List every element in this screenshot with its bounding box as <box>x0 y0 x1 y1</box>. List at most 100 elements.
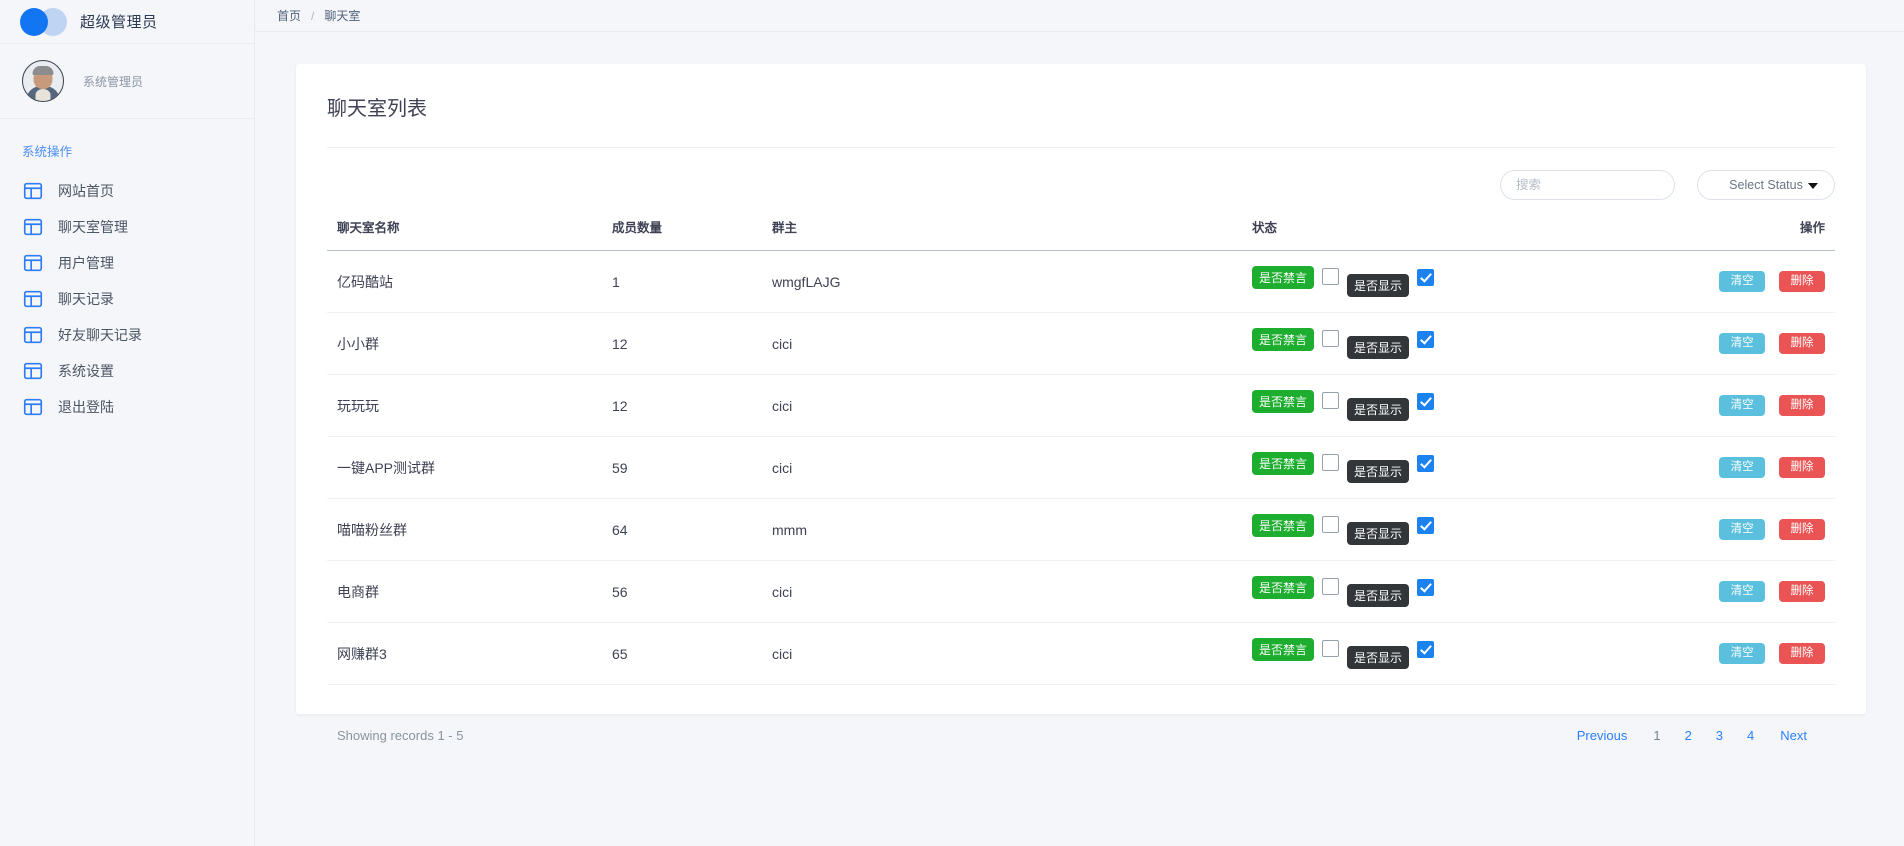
delete-button[interactable]: 删除 <box>1779 395 1825 416</box>
show-checkbox[interactable] <box>1417 393 1434 410</box>
sidebar-item-friend-chat-records[interactable]: 好友聊天记录 <box>0 317 254 353</box>
show-checkbox[interactable] <box>1417 269 1434 286</box>
clear-button[interactable]: 清空 <box>1719 395 1765 416</box>
pagination-page-4[interactable]: 4 <box>1735 728 1766 743</box>
records-info: Showing records 1 - 5 <box>337 728 463 743</box>
table-header-row: 聊天室名称 成员数量 群主 状态 操作 <box>327 214 1835 251</box>
delete-button[interactable]: 删除 <box>1779 457 1825 478</box>
mute-toggle-button[interactable]: 是否禁言 <box>1252 266 1314 289</box>
pagination-page-1[interactable]: 1 <box>1641 728 1672 743</box>
mute-checkbox[interactable] <box>1322 640 1339 657</box>
delete-button[interactable]: 删除 <box>1779 581 1825 602</box>
delete-button[interactable]: 删除 <box>1779 271 1825 292</box>
profile-name: 系统管理员 <box>83 73 143 90</box>
sidebar-item-label: 退出登陆 <box>58 397 114 417</box>
show-checkbox[interactable] <box>1417 455 1434 472</box>
show-toggle-button[interactable]: 是否显示 <box>1347 336 1409 359</box>
brand-title: 超级管理员 <box>80 11 158 32</box>
show-toggle-button[interactable]: 是否显示 <box>1347 274 1409 297</box>
sidebar-nav: 系统操作 网站首页 聊天室管理 <box>0 119 254 425</box>
pagination-page-3[interactable]: 3 <box>1704 728 1735 743</box>
cell-member-count: 56 <box>612 561 772 623</box>
show-toggle-button[interactable]: 是否显示 <box>1347 398 1409 421</box>
cell-chatroom-name: 喵喵粉丝群 <box>327 499 612 561</box>
column-header-name: 聊天室名称 <box>327 214 612 251</box>
mute-toggle-button[interactable]: 是否禁言 <box>1252 328 1314 351</box>
sidebar-item-website-home[interactable]: 网站首页 <box>0 173 254 209</box>
pagination-next[interactable]: Next <box>1766 728 1821 743</box>
sidebar-item-chatroom-management[interactable]: 聊天室管理 <box>0 209 254 245</box>
cell-owner: cici <box>772 623 1252 685</box>
breadcrumb-home[interactable]: 首页 <box>277 7 301 24</box>
sidebar-item-label: 网站首页 <box>58 181 114 201</box>
show-checkbox[interactable] <box>1417 331 1434 348</box>
mute-checkbox[interactable] <box>1322 454 1339 471</box>
layout-panel-icon <box>22 396 44 418</box>
page-title: 聊天室列表 <box>327 64 1835 148</box>
mute-checkbox[interactable] <box>1322 578 1339 595</box>
sidebar-item-label: 系统设置 <box>58 361 114 381</box>
delete-button[interactable]: 删除 <box>1779 333 1825 354</box>
cell-member-count: 59 <box>612 437 772 499</box>
sidebar-item-chat-records[interactable]: 聊天记录 <box>0 281 254 317</box>
cell-chatroom-name: 亿码酷站 <box>327 251 612 313</box>
table-head: 聊天室名称 成员数量 群主 状态 操作 <box>327 214 1835 251</box>
breadcrumb-current: 聊天室 <box>324 7 360 24</box>
mute-toggle-button[interactable]: 是否禁言 <box>1252 576 1314 599</box>
cell-chatroom-name: 网赚群3 <box>327 623 612 685</box>
clear-button[interactable]: 清空 <box>1719 643 1765 664</box>
clear-button[interactable]: 清空 <box>1719 271 1765 292</box>
mute-checkbox[interactable] <box>1322 268 1339 285</box>
cell-actions: 清空 删除 <box>1652 313 1835 375</box>
cell-actions: 清空 删除 <box>1652 623 1835 685</box>
sidebar-item-logout[interactable]: 退出登陆 <box>0 389 254 425</box>
table-row: 网赚群3 65 cici 是否禁言 是否显示 <box>327 623 1835 685</box>
topbar: 首页 / 聊天室 <box>255 0 1904 32</box>
show-toggle-button[interactable]: 是否显示 <box>1347 522 1409 545</box>
layout-panel-icon <box>22 180 44 202</box>
column-header-owner: 群主 <box>772 214 1252 251</box>
mute-checkbox[interactable] <box>1322 516 1339 533</box>
brand-header[interactable]: 超级管理员 <box>0 0 254 44</box>
sidebar-item-label: 聊天室管理 <box>58 217 128 237</box>
show-toggle-button[interactable]: 是否显示 <box>1347 646 1409 669</box>
search-input[interactable] <box>1500 170 1675 200</box>
cell-actions: 清空 删除 <box>1652 375 1835 437</box>
layout-panel-icon <box>22 252 44 274</box>
profile-block[interactable]: 系统管理员 <box>0 44 254 119</box>
cell-chatroom-name: 一键APP测试群 <box>327 437 612 499</box>
show-toggle-button[interactable]: 是否显示 <box>1347 584 1409 607</box>
sidebar-item-system-settings[interactable]: 系统设置 <box>0 353 254 389</box>
app-root: 超级管理员 系统管理员 系统操作 网站首页 <box>0 0 1904 846</box>
column-header-count: 成员数量 <box>612 214 772 251</box>
layout-panel-icon <box>22 360 44 382</box>
breadcrumb-separator: / <box>311 9 314 23</box>
chatroom-list-card: 聊天室列表 Select Status 聊天室名称 成员数量 群主 <box>296 64 1866 714</box>
mute-toggle-button[interactable]: 是否禁言 <box>1252 452 1314 475</box>
status-filter-label: Select Status <box>1729 178 1803 192</box>
show-checkbox[interactable] <box>1417 579 1434 596</box>
mute-toggle-button[interactable]: 是否禁言 <box>1252 514 1314 537</box>
content-area: 聊天室列表 Select Status 聊天室名称 成员数量 群主 <box>255 32 1904 846</box>
mute-checkbox[interactable] <box>1322 392 1339 409</box>
clear-button[interactable]: 清空 <box>1719 519 1765 540</box>
clear-button[interactable]: 清空 <box>1719 581 1765 602</box>
clear-button[interactable]: 清空 <box>1719 457 1765 478</box>
pagination-page-2[interactable]: 2 <box>1673 728 1704 743</box>
mute-checkbox[interactable] <box>1322 330 1339 347</box>
status-filter-select[interactable]: Select Status <box>1697 170 1835 200</box>
table-row: 亿码酷站 1 wmgfLAJG 是否禁言 是否显示 <box>327 251 1835 313</box>
mute-toggle-button[interactable]: 是否禁言 <box>1252 638 1314 661</box>
cell-member-count: 12 <box>612 313 772 375</box>
sidebar-item-user-management[interactable]: 用户管理 <box>0 245 254 281</box>
mute-toggle-button[interactable]: 是否禁言 <box>1252 390 1314 413</box>
pagination-previous[interactable]: Previous <box>1563 728 1642 743</box>
show-checkbox[interactable] <box>1417 641 1434 658</box>
delete-button[interactable]: 删除 <box>1779 519 1825 540</box>
show-toggle-button[interactable]: 是否显示 <box>1347 460 1409 483</box>
cell-state: 是否禁言 是否显示 <box>1252 499 1652 561</box>
clear-button[interactable]: 清空 <box>1719 333 1765 354</box>
delete-button[interactable]: 删除 <box>1779 643 1825 664</box>
table-body: 亿码酷站 1 wmgfLAJG 是否禁言 是否显示 <box>327 251 1835 685</box>
show-checkbox[interactable] <box>1417 517 1434 534</box>
